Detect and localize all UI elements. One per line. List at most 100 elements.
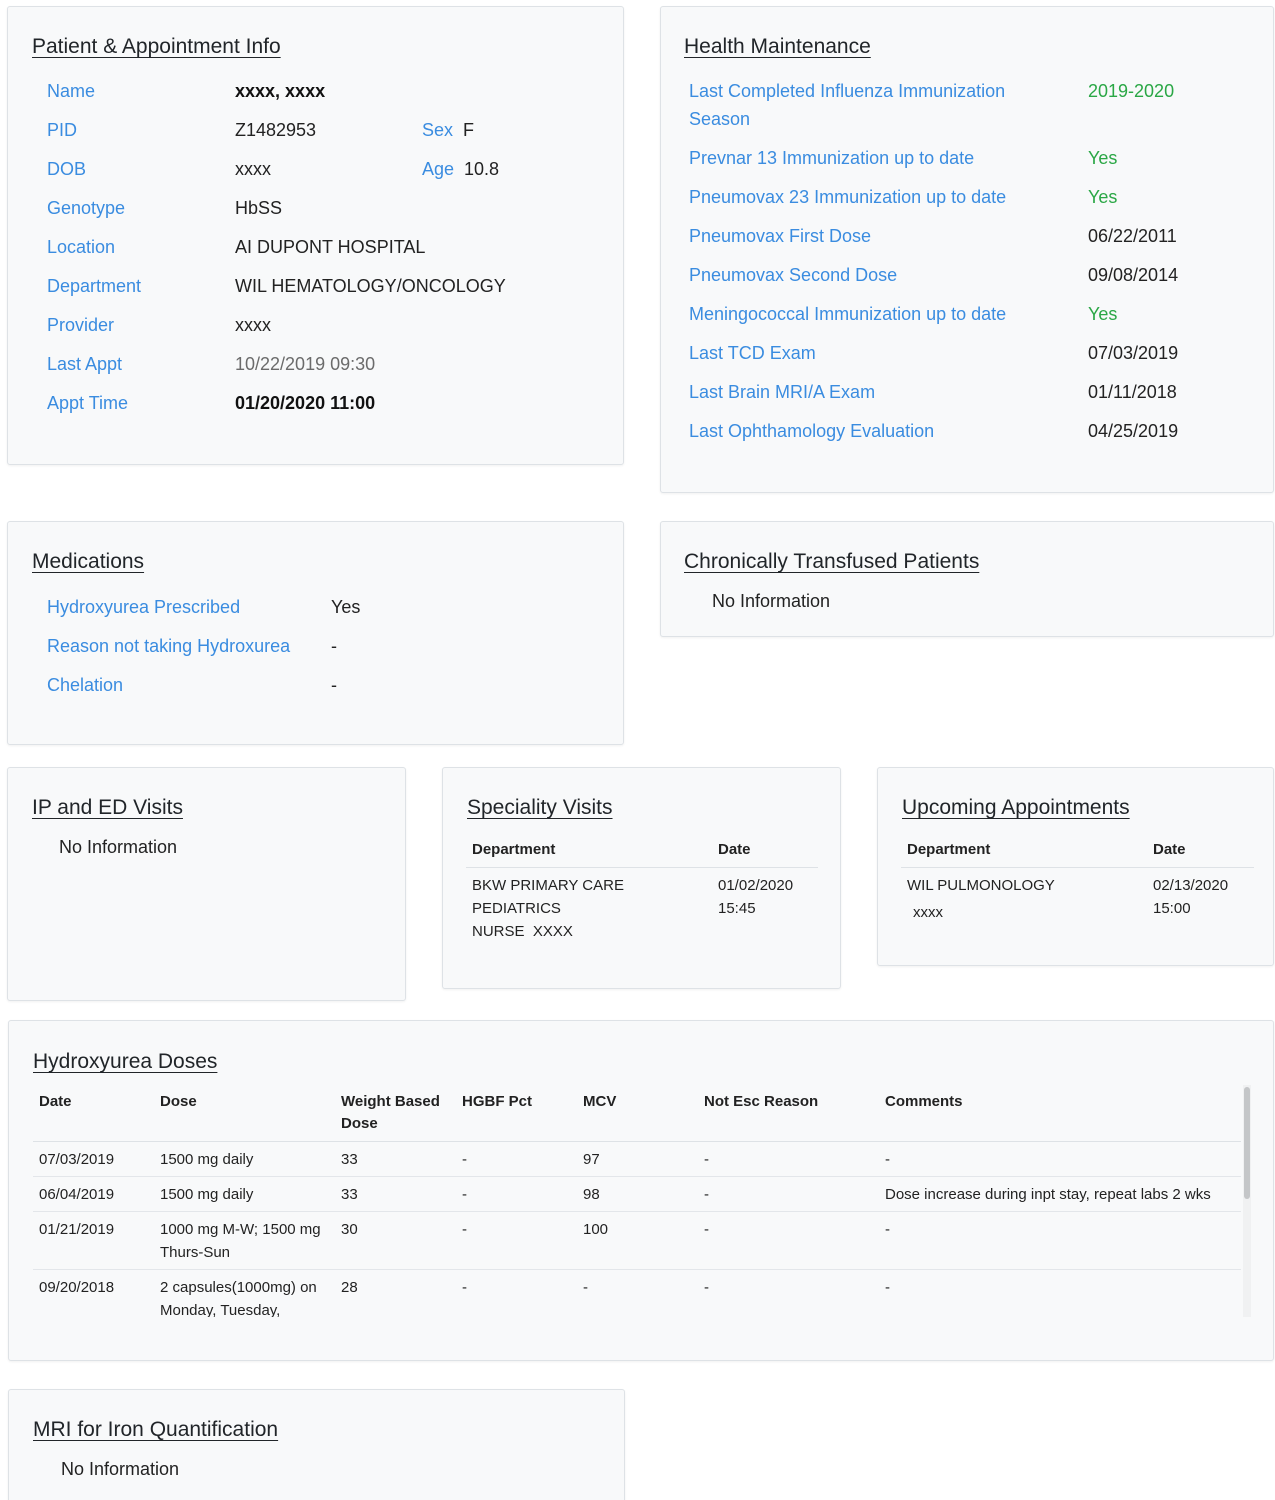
- pneumovax-first-label: Pneumovax First Dose: [689, 226, 872, 246]
- dob-label: DOB: [47, 159, 87, 179]
- column-header-not-esc-reason: Not Esc Reason: [698, 1091, 879, 1142]
- column-header-dose: Dose: [154, 1091, 335, 1142]
- dose-cell: 1500 mg daily: [154, 1141, 335, 1177]
- last-appt-label: Last Appt: [47, 354, 123, 374]
- not-esc-reason-cell: -: [698, 1176, 879, 1212]
- department-line: xxxx: [913, 904, 943, 921]
- date-cell: 02/13/2020 15:00: [1147, 868, 1254, 925]
- ip-ed-visits-card: IP and ED Visits No Information: [7, 767, 406, 1001]
- comments-cell: -: [879, 1141, 1241, 1177]
- reason-not-taking-label: Reason not taking Hydroxurea: [47, 636, 291, 656]
- name-value: xxxx, xxxx: [235, 81, 326, 101]
- reason-not-taking-value: -: [331, 636, 337, 656]
- last-appt-value: 10/22/2019 09:30: [235, 354, 376, 374]
- influenza-value: 2019-2020: [1088, 81, 1175, 101]
- comments-cell: Dose increase during inpt stay, repeat l…: [879, 1176, 1241, 1212]
- meningococcal-value: Yes: [1088, 304, 1118, 324]
- date-cell: 09/20/2018: [33, 1269, 154, 1317]
- not-esc-reason-cell: -: [698, 1269, 879, 1317]
- pid-value: Z1482953: [235, 120, 317, 140]
- mri-iron-no-info: No Information: [61, 1459, 180, 1479]
- date-cell: 06/04/2019: [33, 1176, 154, 1212]
- hydroxyurea-prescribed-label: Hydroxyurea Prescribed: [47, 597, 241, 617]
- patient-info-title: Patient & Appointment Info: [32, 35, 281, 58]
- department-label: Department: [47, 276, 142, 296]
- upcoming-appointments-title: Upcoming Appointments: [902, 796, 1130, 819]
- age-value: 10.8: [464, 159, 500, 179]
- mcv-cell: -: [577, 1269, 698, 1317]
- dose-cell: 1000 mg M-W; 1500 mg Thurs-Sun: [154, 1211, 335, 1270]
- department-cell: BKW PRIMARY CARE PEDIATRICS NURSE XXXX: [466, 868, 712, 944]
- weight-based-dose-cell: 33: [335, 1176, 456, 1212]
- sex-label: Sex: [422, 120, 454, 140]
- chelation-value: -: [331, 675, 337, 695]
- table-header-row: Department Date: [901, 839, 1254, 868]
- column-header-date: Date: [33, 1091, 154, 1142]
- prevnar-label: Prevnar 13 Immunization up to date: [689, 148, 975, 168]
- provider-value: xxxx: [235, 315, 271, 335]
- mcv-cell: 98: [577, 1176, 698, 1212]
- not-esc-reason-cell: -: [698, 1211, 879, 1270]
- upcoming-appointments-card: Upcoming Appointments Department Date WI…: [877, 767, 1274, 966]
- department-line: BKW PRIMARY CARE: [472, 877, 624, 894]
- doses-scrollbar[interactable]: [1243, 1085, 1251, 1317]
- upcoming-appointments-table: Department Date WIL PULMONOLOGY xxxx 02/…: [901, 839, 1254, 924]
- table-row: 01/21/2019 1000 mg M-W; 1500 mg Thurs-Su…: [33, 1211, 1241, 1270]
- appt-time-label: Appt Time: [47, 393, 129, 413]
- tcd-value: 07/03/2019: [1088, 343, 1179, 363]
- mri-iron-card: MRI for Iron Quantification No Informati…: [8, 1389, 625, 1500]
- column-header-weight-based-dose: Weight Based Dose: [335, 1091, 456, 1142]
- patient-info-card: Patient & Appointment Info Name xxxx, xx…: [7, 6, 624, 465]
- table-header-row: Date Dose Weight Based Dose HGBF Pct MCV…: [33, 1091, 1241, 1142]
- ip-ed-visits-title: IP and ED Visits: [32, 796, 183, 819]
- weight-based-dose-cell: 30: [335, 1211, 456, 1270]
- comments-cell: -: [879, 1211, 1241, 1270]
- department-line: WIL PULMONOLOGY: [907, 877, 1055, 894]
- genotype-label: Genotype: [47, 198, 126, 218]
- hydroxyurea-doses-table: Date Dose Weight Based Dose HGBF Pct MCV…: [33, 1091, 1241, 1317]
- age-label: Age: [422, 159, 455, 179]
- medications-title: Medications: [32, 550, 145, 573]
- department-value: WIL HEMATOLOGY/ONCOLOGY: [235, 276, 506, 296]
- prevnar-value: Yes: [1088, 148, 1118, 168]
- location-value: AI DUPONT HOSPITAL: [235, 237, 426, 257]
- table-row: 09/20/2018 2 capsules(1000mg) on Monday,…: [33, 1269, 1241, 1317]
- brain-mri-label: Last Brain MRI/A Exam: [689, 382, 876, 402]
- hydroxyurea-doses-title: Hydroxyurea Doses: [33, 1050, 218, 1073]
- table-row: 07/03/2019 1500 mg daily 33 - 97 - -: [33, 1141, 1241, 1177]
- hgbf-pct-cell: -: [456, 1176, 577, 1212]
- dose-cell: 2 capsules(1000mg) on Monday, Tuesday,: [154, 1269, 335, 1317]
- department-line: NURSE XXXX: [472, 923, 573, 940]
- pneumovax-second-label: Pneumovax Second Dose: [689, 265, 898, 285]
- doses-scrollbar-thumb[interactable]: [1244, 1087, 1250, 1199]
- table-row: BKW PRIMARY CARE PEDIATRICS NURSE XXXX 0…: [466, 868, 818, 944]
- mcv-cell: 100: [577, 1211, 698, 1270]
- doses-table-viewport[interactable]: Date Dose Weight Based Dose HGBF Pct MCV…: [33, 1091, 1241, 1317]
- hgbf-pct-cell: -: [456, 1211, 577, 1270]
- pneumovax23-value: Yes: [1088, 187, 1118, 207]
- dose-cell: 1500 mg daily: [154, 1176, 335, 1212]
- table-row: WIL PULMONOLOGY xxxx 02/13/2020 15:00: [901, 868, 1254, 925]
- column-header-date: Date: [1147, 839, 1254, 868]
- chelation-label: Chelation: [47, 675, 124, 695]
- column-header-department: Department: [901, 839, 1147, 868]
- table-header-row: Department Date: [466, 839, 818, 868]
- column-header-comments: Comments: [879, 1091, 1241, 1142]
- column-header-date: Date: [712, 839, 818, 868]
- pid-label: PID: [47, 120, 78, 140]
- genotype-value: HbSS: [235, 198, 283, 218]
- meningococcal-label: Meningococcal Immunization up to date: [689, 304, 1007, 324]
- speciality-visits-title: Speciality Visits: [467, 796, 613, 819]
- sex-value: F: [463, 120, 474, 140]
- column-header-department: Department: [466, 839, 712, 868]
- influenza-label-line2: Season: [689, 109, 751, 129]
- dob-value: xxxx: [235, 159, 271, 179]
- transfused-no-info: No Information: [712, 591, 831, 611]
- speciality-visits-table: Department Date BKW PRIMARY CARE PEDIATR…: [466, 839, 818, 943]
- weight-based-dose-cell: 28: [335, 1269, 456, 1317]
- department-line: PEDIATRICS: [472, 900, 561, 917]
- pneumovax-first-value: 06/22/2011: [1088, 226, 1177, 246]
- comments-cell: -: [879, 1269, 1241, 1317]
- date-line: 01/02/2020: [718, 877, 794, 894]
- time-line: 15:00: [1153, 900, 1191, 917]
